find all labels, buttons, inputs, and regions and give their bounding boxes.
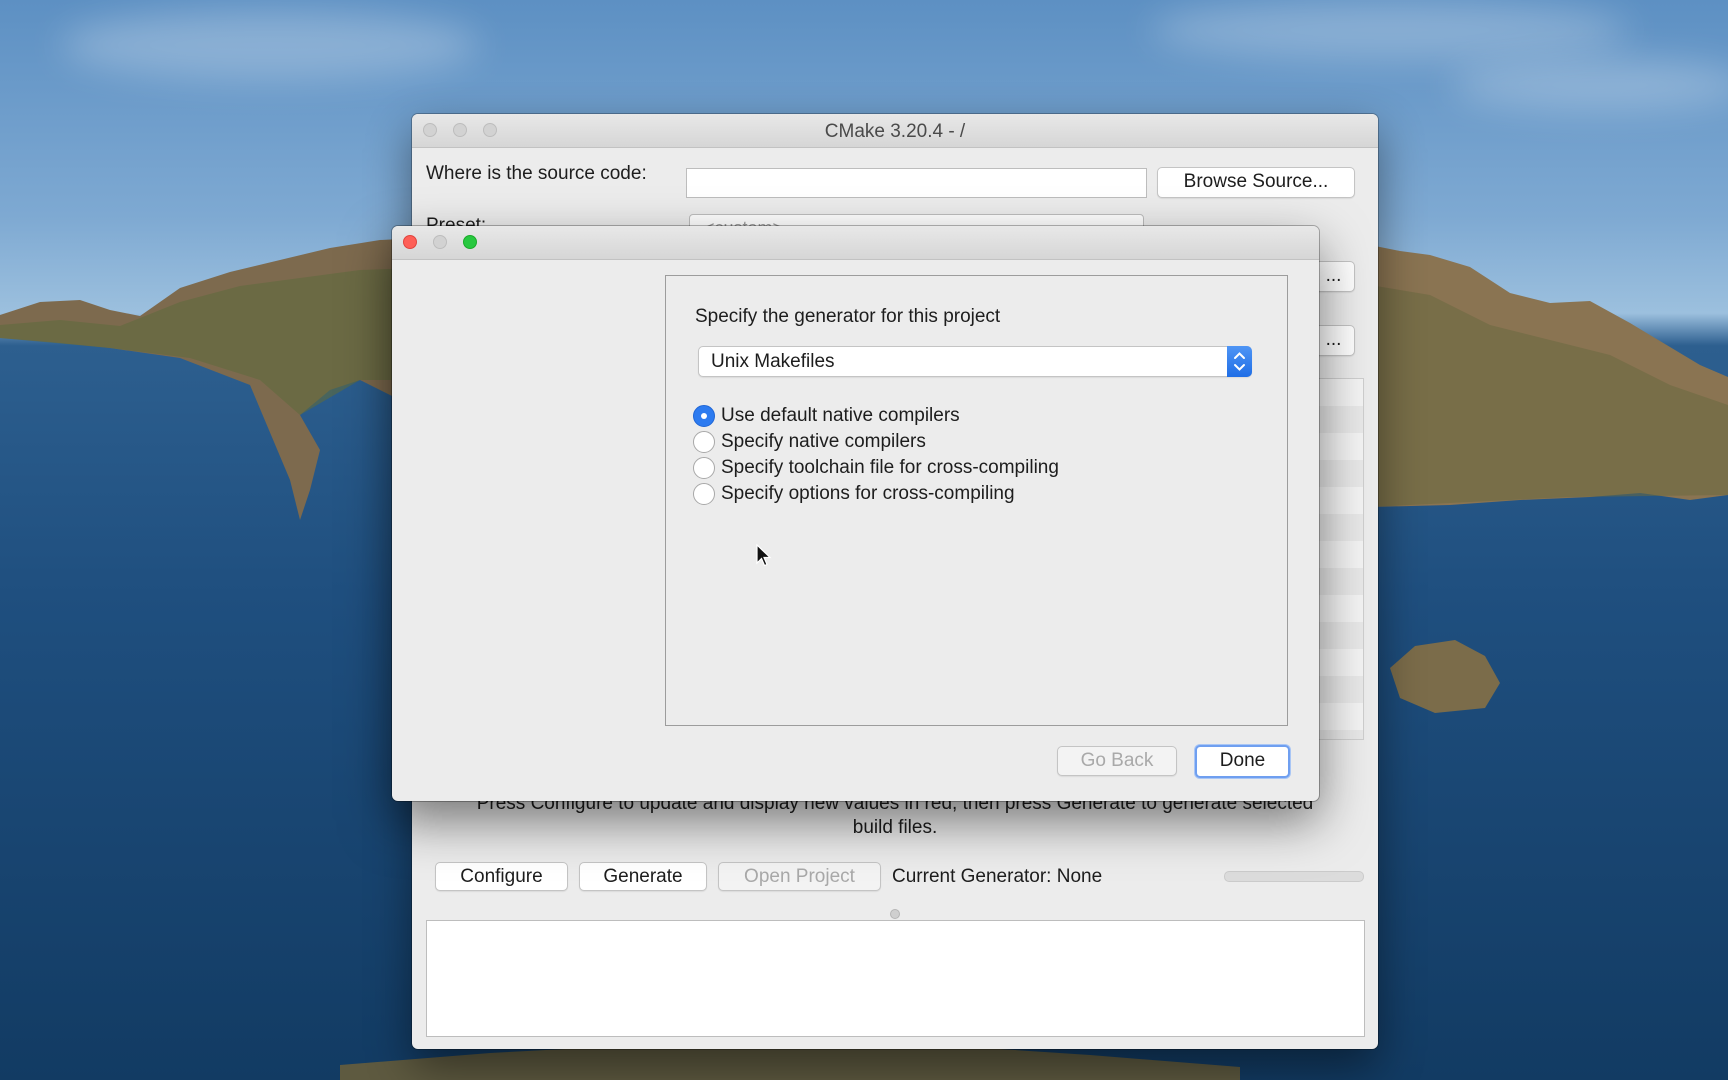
cloud — [1450, 60, 1728, 110]
source-label: Where is the source code: — [426, 163, 647, 184]
right-island — [1370, 245, 1728, 507]
go-back-button[interactable]: Go Back — [1057, 746, 1177, 776]
radio-button[interactable] — [693, 431, 715, 453]
done-button[interactable]: Done — [1195, 745, 1290, 778]
source-input[interactable] — [686, 168, 1147, 198]
dialog-titlebar — [392, 226, 1319, 260]
browse-source-button[interactable]: Browse Source... — [1157, 167, 1355, 198]
minimize-icon[interactable] — [433, 235, 447, 249]
zoom-icon[interactable] — [463, 235, 477, 249]
generator-dialog: Specify the generator for this project U… — [392, 226, 1319, 801]
output-log[interactable] — [426, 920, 1365, 1037]
generate-button[interactable]: Generate — [579, 862, 707, 891]
radio-label: Use default native compilers — [721, 405, 960, 426]
main-titlebar: CMake 3.20.4 - / — [412, 114, 1378, 148]
radio-label: Specify toolchain file for cross-compili… — [721, 457, 1059, 478]
radio-button[interactable] — [693, 483, 715, 505]
cloud — [1150, 0, 1630, 60]
window-title: CMake 3.20.4 - / — [824, 121, 966, 142]
cloud — [60, 10, 480, 80]
configure-button[interactable]: Configure — [435, 862, 568, 891]
left-island — [0, 238, 420, 520]
current-generator-text: Current Generator: None — [892, 866, 1103, 887]
progress-bar — [1224, 871, 1364, 882]
chevron-updown-icon[interactable] — [1227, 346, 1252, 377]
generator-panel: Specify the generator for this project U… — [665, 275, 1288, 726]
radio-label: Specify native compilers — [721, 431, 926, 452]
open-project-button[interactable]: Open Project — [718, 862, 881, 891]
cursor-icon — [756, 544, 772, 567]
generator-heading: Specify the generator for this project — [695, 306, 1001, 327]
radio-label: Specify options for cross-compiling — [721, 483, 1015, 504]
radio-button[interactable] — [693, 405, 715, 427]
hint-line-2: build files. — [852, 817, 938, 838]
generator-select-value: Unix Makefiles — [711, 351, 835, 372]
radio-button[interactable] — [693, 457, 715, 479]
close-icon[interactable] — [403, 235, 417, 249]
generator-select[interactable]: Unix Makefiles — [698, 346, 1252, 377]
splitter-handle[interactable] — [890, 909, 900, 919]
rock — [1390, 640, 1500, 713]
